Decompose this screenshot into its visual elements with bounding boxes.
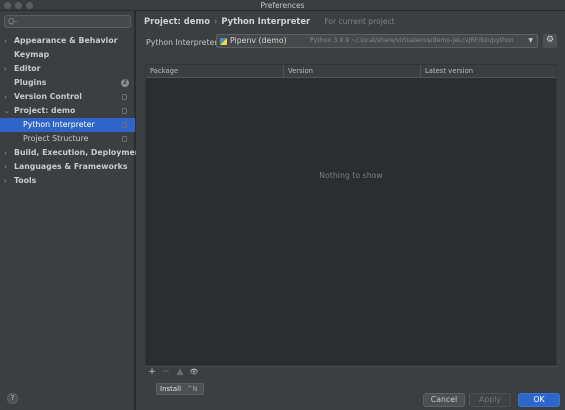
sidebar-item-label: Project Structure [23,134,89,143]
sidebar-item-project-demo[interactable]: ⌄ Project: demo [0,104,135,118]
breadcrumb-separator: › [213,16,218,26]
ok-button[interactable]: OK [518,393,560,407]
chevron-right-icon: › [4,163,7,171]
sidebar-item-tools[interactable]: › Tools [0,174,135,188]
settings-sidebar: Q- › Appearance & Behavior Keymap › Edit… [0,11,144,410]
packages-toolbar: + − ▲ 👁 [145,366,557,378]
sidebar-item-label: Editor [14,64,41,73]
chevron-down-icon: ⌄ [4,107,10,115]
sidebar-item-label: Project: demo [14,106,76,115]
remove-package-button[interactable]: − [161,367,171,378]
python-icon [220,38,227,45]
add-package-button[interactable]: + [147,367,157,378]
project-settings-icon [122,136,127,142]
chevron-right-icon: › [4,65,7,73]
column-header-version[interactable]: Version [284,65,421,78]
sidebar-item-project-structure[interactable]: Project Structure [0,132,135,146]
sidebar-item-label: Languages & Frameworks [14,162,128,171]
sidebar-item-label: Build, Execution, Deployment [14,148,145,157]
sidebar-item-build-execution-deployment[interactable]: › Build, Execution, Deployment [0,146,144,160]
help-button[interactable]: ? [7,393,18,404]
column-header-latest-version[interactable]: Latest version [421,65,558,78]
column-header-package[interactable]: Package [146,65,284,78]
empty-table-message: Nothing to show [319,171,383,180]
interpreter-name: Pipenv (demo) [230,36,287,45]
sidebar-item-appearance-behavior[interactable]: › Appearance & Behavior [0,34,135,48]
interpreter-label: Python Interpreter: [146,38,221,47]
apply-button[interactable]: Apply [469,393,511,407]
show-early-releases-eye-icon[interactable]: 👁 [189,367,199,378]
breadcrumb-project: Project: demo [144,16,210,26]
packages-table: Package Version Latest version Nothing t… [145,64,557,366]
chevron-down-icon: ▼ [528,37,533,44]
settings-search-input[interactable]: Q- [4,15,131,28]
settings-tree: › Appearance & Behavior Keymap › Editor … [0,34,144,188]
sidebar-item-editor[interactable]: › Editor [0,62,135,76]
upgrade-package-button[interactable]: ▲ [175,367,185,378]
cancel-button[interactable]: Cancel [423,393,465,407]
chevron-right-icon: › [4,37,7,45]
sidebar-item-label: Keymap [14,50,50,59]
sidebar-item-label: Appearance & Behavior [14,36,118,45]
project-settings-icon [122,94,127,100]
window-title: Preferences [260,1,305,10]
breadcrumb-page: Python Interpreter [221,16,311,26]
sidebar-item-plugins[interactable]: Plugins 2 [0,76,135,90]
breadcrumb: Project: demo › Python Interpreter For curr… [144,14,395,28]
sidebar-item-languages-frameworks[interactable]: › Languages & Frameworks [0,160,135,174]
chevron-right-icon: › [4,149,7,157]
interpreter-settings-gear-icon[interactable]: ⚙ [543,34,557,48]
sidebar-item-label: Tools [14,176,37,185]
sidebar-item-label: Plugins [14,78,47,87]
table-header: Package Version Latest version [146,65,556,78]
title-bar: Preferences [0,0,565,11]
tooltip-text: Install [160,385,182,393]
plugins-update-badge: 2 [121,79,129,87]
chevron-right-icon: › [4,93,7,101]
sidebar-item-label: Python Interpreter [23,120,95,129]
project-settings-icon [122,108,127,114]
interpreter-path: Python 3.9.9 ~/.local/share/virtualenvs/… [310,37,514,44]
sidebar-item-python-interpreter[interactable]: Python Interpreter [0,118,135,132]
settings-content-panel: Project: demo › Python Interpreter For curr… [136,11,565,410]
sidebar-item-keymap[interactable]: Keymap [0,48,135,62]
interpreter-dropdown[interactable]: Pipenv (demo) Python 3.9.9 ~/.local/shar… [216,34,538,48]
project-settings-icon [122,122,127,128]
chevron-right-icon: › [4,177,7,185]
install-tooltip: Install ^N [156,383,204,395]
scope-label: For current project [324,17,395,26]
sidebar-item-label: Version Control [14,92,82,101]
search-icon: Q- [8,17,18,26]
sidebar-item-version-control[interactable]: › Version Control [0,90,135,104]
tooltip-shortcut: ^N [187,385,198,393]
